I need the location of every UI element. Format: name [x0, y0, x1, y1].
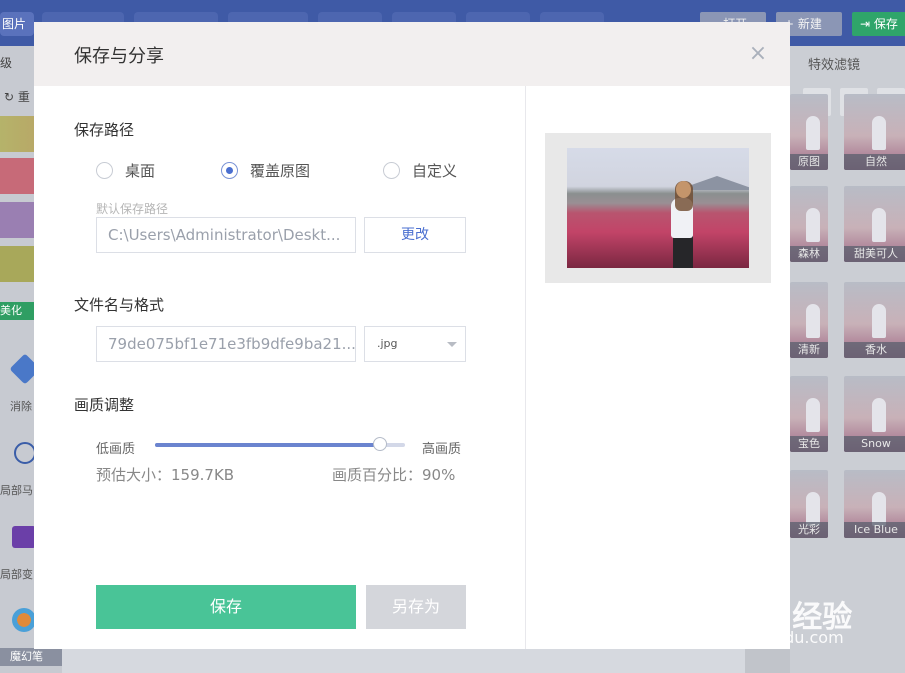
filter-thumb[interactable]: Ice Blue [844, 470, 905, 538]
radio-desktop[interactable]: 桌面 [96, 160, 155, 180]
filter-thumb[interactable]: 自然 [844, 94, 905, 170]
top-save-button[interactable]: ⇥ 保存 [852, 12, 905, 36]
default-path-hint: 默认保存路径 [96, 202, 169, 216]
tab-picture[interactable]: 图片 [0, 12, 34, 36]
magic-pen-chip[interactable]: 魔幻笔 [0, 648, 62, 666]
redo-item[interactable]: ↻ 重 [4, 88, 30, 105]
magic-pen-icon[interactable] [12, 608, 36, 632]
mosaic-brush-icon[interactable] [14, 442, 36, 464]
format-value: .jpg [377, 337, 398, 350]
save-as-button[interactable]: 另存为 [366, 585, 466, 629]
baidu-watermark: Baidu经验 jingyan.baidu.com [696, 580, 896, 660]
quality-slider-handle[interactable] [373, 437, 387, 451]
radio-custom[interactable]: 自定义 [383, 160, 457, 180]
filter-thumb[interactable]: 香水 [844, 282, 905, 358]
local-change-icon[interactable] [12, 526, 36, 548]
filter-thumb[interactable]: 森林 [790, 186, 828, 262]
color-swatch[interactable] [0, 246, 36, 282]
estimated-size: 预估大小：159.7KB [96, 466, 235, 484]
low-quality-label: 低画质 [96, 442, 136, 457]
preview-person-head [676, 181, 691, 198]
filter-thumb[interactable]: 清新 [790, 282, 828, 358]
color-swatch[interactable] [0, 158, 36, 194]
save-path-label: 保存路径 [74, 121, 135, 139]
format-select[interactable]: .jpg [364, 326, 466, 362]
save-button[interactable]: 保存 [96, 585, 356, 629]
high-quality-label: 高画质 [422, 442, 462, 457]
color-swatch[interactable] [0, 202, 36, 238]
image-preview [567, 148, 749, 268]
dialog-title: 保存与分享 [74, 46, 164, 67]
file-format-label: 文件名与格式 [74, 296, 165, 314]
quality-slider[interactable] [155, 437, 405, 451]
filter-thumb[interactable]: 光彩 [790, 470, 828, 538]
quality-slider-fill [155, 443, 380, 447]
color-swatch[interactable] [0, 116, 36, 152]
dialog-divider [525, 86, 526, 649]
filter-thumb[interactable]: 宝色 [790, 376, 828, 452]
image-preview-frame [545, 133, 771, 283]
radio-overwrite-original[interactable]: 覆盖原图 [221, 160, 310, 180]
filter-thumb[interactable]: 甜美可人 [844, 186, 905, 262]
filter-panel-title: 特效滤镜 [808, 58, 861, 73]
filter-thumb[interactable]: Snow [844, 376, 905, 452]
export-icon: ⇥ [860, 17, 874, 31]
radio-circle [96, 161, 113, 179]
chevron-down-icon [447, 342, 457, 347]
left-item-a[interactable]: 级 [0, 54, 12, 71]
filter-thumb[interactable]: 原图 [790, 94, 828, 170]
dialog-header: 保存与分享 × [34, 22, 790, 86]
save-share-dialog: 保存与分享 × 保存路径 桌面 覆盖原图 自定义 默认保存路径 C:\Users… [34, 22, 790, 649]
radio-circle [383, 161, 400, 179]
quality-label: 画质调整 [74, 396, 135, 414]
filename-field[interactable]: 79de075bf1e71e3fb9dfe9ba21... [96, 326, 356, 362]
quality-percent: 画质百分比：90% [332, 466, 456, 484]
radio-circle-selected [221, 161, 238, 179]
change-path-button[interactable]: 更改 [364, 217, 466, 253]
watermark-url: jingyan.baidu.com [696, 628, 844, 647]
close-icon[interactable]: × [746, 42, 770, 66]
beautify-chip[interactable]: 美化 [0, 302, 34, 320]
rotate-icon: ↻ [4, 90, 18, 104]
save-path-field[interactable]: C:\Users\Administrator\Deskt... [96, 217, 356, 253]
preview-person-legs [673, 236, 693, 268]
